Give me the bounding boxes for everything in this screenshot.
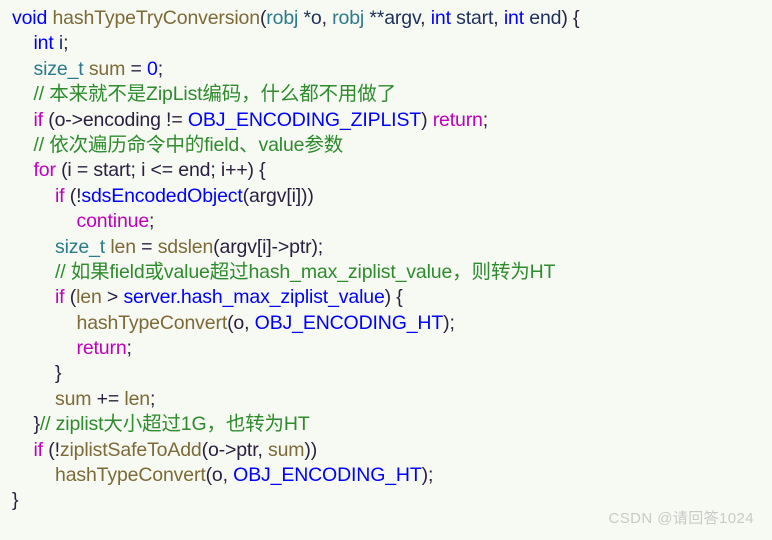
code-token: len: [110, 235, 136, 258]
code-token: (!: [42, 438, 60, 461]
code-line: if (len > server.hash_max_ziplist_value)…: [0, 285, 772, 310]
code-token: sdslen: [157, 235, 214, 258]
code-token: len: [124, 387, 150, 410]
code-block: void hashTypeTryConversion ( robj *o, robj…: [0, 6, 772, 514]
code-token: **argv: [364, 7, 421, 29]
code-line: int i;: [0, 31, 772, 56]
code-token: return: [76, 337, 127, 360]
code-token: ,: [493, 7, 504, 29]
code-token: int: [430, 7, 451, 29]
code-token: (!: [64, 184, 82, 207]
code-token: ;: [157, 57, 164, 80]
code-token: (i = start; i <= end; i++) {: [55, 159, 266, 182]
code-token: ;: [149, 387, 156, 410]
code-token: ,: [420, 7, 431, 29]
code-token: int: [503, 7, 524, 29]
code-token: );: [443, 311, 455, 334]
code-token: OBJ_ENCODING_HT: [254, 311, 444, 334]
code-token: hashTypeConvert: [55, 464, 206, 487]
code-token: if: [33, 108, 44, 131]
code-token: ziplistSafeToAdd: [59, 438, 202, 461]
code-token: ;: [126, 337, 132, 360]
code-token: hashTypeTryConversion: [52, 7, 260, 29]
code-token: )): [304, 438, 318, 461]
code-token: sum: [55, 387, 92, 410]
code-token: OBJ_ENCODING_HT: [233, 464, 422, 487]
code-token: for: [33, 159, 56, 182]
code-token: int: [33, 32, 54, 55]
code-token: hashTypeConvert: [76, 311, 228, 334]
code-token: (o->ptr,: [201, 438, 268, 461]
code-token: void: [12, 7, 48, 29]
code-line: if (!ziplistSafeToAdd(o->ptr, sum)): [0, 438, 772, 463]
code-token: (argv[i]->ptr);: [213, 235, 324, 258]
code-token: i: [53, 32, 64, 55]
code-token: // 依次遍历命令中的field、value参数: [33, 133, 344, 156]
code-token: ;: [482, 108, 489, 131]
code-token: >: [101, 286, 124, 309]
code-token: ;: [149, 210, 155, 233]
code-token: ;: [63, 32, 69, 55]
code-token: robj: [266, 7, 299, 29]
code-token: (argv[i])): [242, 184, 314, 207]
code-token: sdsEncodedObject: [81, 184, 243, 207]
code-token: (o,: [205, 464, 234, 487]
code-line: continue;: [0, 209, 772, 234]
code-token: (o->encoding !=: [42, 108, 188, 131]
code-line: hashTypeConvert(o, OBJ_ENCODING_HT);: [0, 311, 772, 336]
code-token: start: [450, 7, 494, 29]
code-line: if (!sdsEncodedObject(argv[i])): [0, 184, 772, 209]
code-token: sum: [268, 438, 305, 461]
code-token: ) {: [561, 7, 580, 29]
code-line: for (i = start; i <= end; i++) {: [0, 158, 772, 183]
code-token: =: [135, 235, 158, 258]
code-line: }: [0, 361, 772, 386]
code-token: // 本来就不是ZipList编码，什么都不用做了: [33, 83, 397, 106]
code-token: ,: [321, 7, 333, 29]
code-token: size_t: [33, 57, 84, 80]
code-token: ): [421, 108, 433, 131]
code-token: robj: [332, 7, 365, 29]
code-token: size_t: [55, 235, 106, 258]
code-token: server.hash_max_ziplist_value: [123, 286, 385, 309]
code-line: size_t sum = 0;: [0, 57, 772, 82]
code-token: );: [421, 464, 434, 487]
code-token: if: [33, 438, 44, 461]
code-token: return: [432, 108, 483, 131]
code-token: (: [64, 286, 77, 309]
code-token: OBJ_ENCODING_ZIPLIST: [187, 108, 422, 131]
code-token: continue: [76, 210, 150, 233]
code-line: if (o->encoding != OBJ_ENCODING_ZIPLIST)…: [0, 108, 772, 133]
code-token: +=: [91, 387, 125, 410]
code-line: return;: [0, 336, 772, 361]
code-line: // 本来就不是ZipList编码，什么都不用做了: [0, 82, 772, 107]
code-token: 0: [147, 57, 158, 80]
code-token: end: [524, 7, 562, 29]
code-token: *o: [298, 7, 322, 29]
code-token: // 如果field或value超过hash_max_ziplist_value…: [55, 260, 556, 283]
code-line: }// ziplist大小超过1G，也转为HT: [0, 412, 772, 437]
code-token: ) {: [384, 286, 403, 309]
code-token: (o,: [227, 311, 255, 334]
code-token: // ziplist大小超过1G，也转为HT: [39, 413, 310, 436]
code-token: }: [12, 489, 19, 512]
code-line: // 如果field或value超过hash_max_ziplist_value…: [0, 260, 772, 285]
code-token: =: [130, 57, 142, 80]
code-line: sum += len;: [0, 387, 772, 412]
code-token: sum: [88, 57, 126, 80]
code-line: void hashTypeTryConversion(robj *o, robj…: [0, 6, 772, 31]
code-line: hashTypeConvert(o, OBJ_ENCODING_HT);: [0, 463, 772, 488]
csdn-watermark: CSDN @请回答1024: [608, 510, 754, 527]
code-line: size_t len = sdslen(argv[i]->ptr);: [0, 235, 772, 260]
code-token: len: [76, 286, 102, 309]
code-line: // 依次遍历命令中的field、value参数: [0, 133, 772, 158]
code-token: }: [55, 362, 62, 385]
code-view: void hashTypeTryConversion ( robj *o, robj…: [0, 0, 772, 540]
